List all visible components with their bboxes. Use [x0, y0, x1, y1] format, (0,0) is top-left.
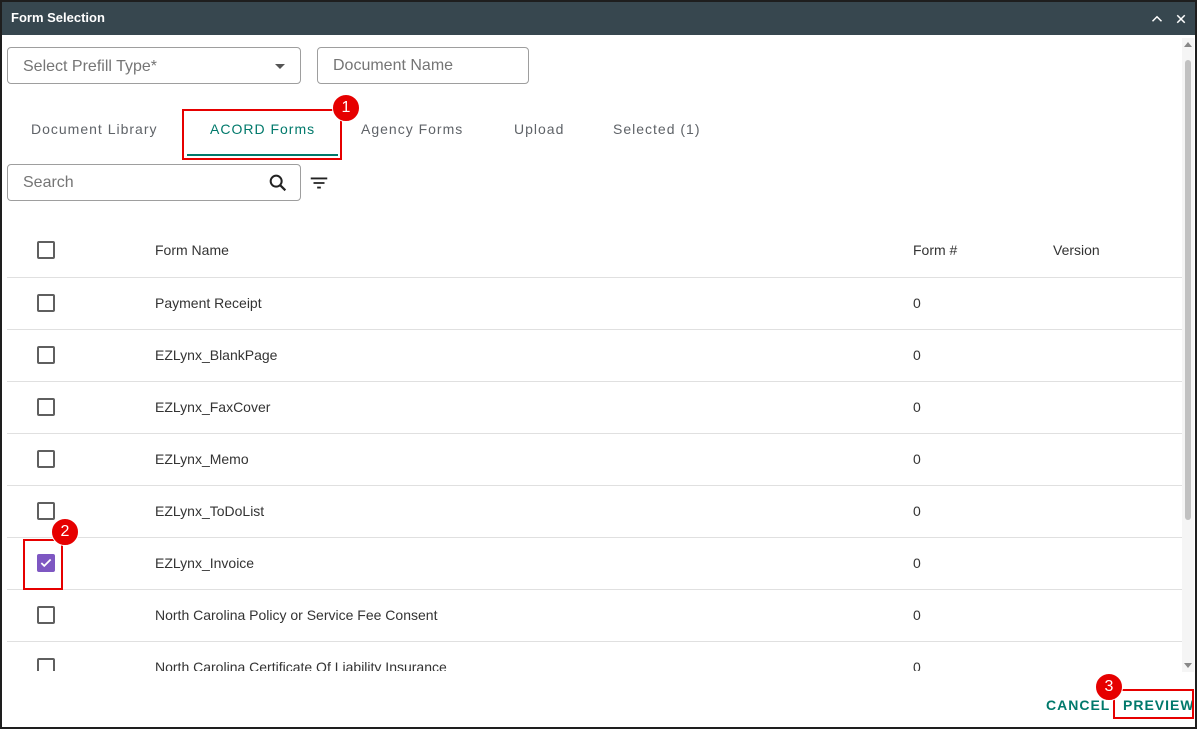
row-checkbox[interactable] — [37, 294, 55, 312]
table-row[interactable]: EZLynx_Memo 0 — [7, 434, 1182, 486]
table-row[interactable]: EZLynx_FaxCover 0 — [7, 382, 1182, 434]
search-input[interactable] — [23, 174, 253, 192]
prefill-type-select[interactable]: Select Prefill Type* — [7, 47, 301, 84]
table-row[interactable]: North Carolina Certificate Of Liability … — [7, 642, 1182, 671]
form-number: 0 — [913, 295, 921, 311]
annotation-badge: 2 — [51, 518, 79, 546]
document-name-input[interactable] — [317, 47, 529, 84]
row-checkbox[interactable] — [37, 450, 55, 468]
prefill-type-placeholder: Select Prefill Type* — [23, 58, 157, 75]
form-number: 0 — [913, 659, 921, 671]
cancel-button[interactable]: CANCEL — [1046, 697, 1110, 713]
annotation-badge: 3 — [1095, 673, 1123, 701]
form-name: North Carolina Certificate Of Liability … — [155, 659, 447, 671]
annotation-highlight-preview — [1113, 689, 1194, 719]
vertical-scrollbar[interactable] — [1182, 38, 1194, 672]
scroll-down-arrow-icon[interactable] — [1184, 663, 1192, 668]
form-number: 0 — [913, 503, 921, 519]
form-number: 0 — [913, 451, 921, 467]
form-name: EZLynx_Memo — [155, 451, 249, 467]
annotation-highlight-checkbox — [23, 539, 63, 590]
search-field[interactable] — [7, 164, 301, 201]
form-name: Payment Receipt — [155, 295, 262, 311]
form-name: EZLynx_BlankPage — [155, 347, 278, 363]
form-number: 0 — [913, 399, 921, 415]
annotation-highlight-acord-tab — [182, 109, 342, 160]
search-icon[interactable] — [267, 172, 289, 194]
scroll-up-arrow-icon[interactable] — [1184, 42, 1192, 47]
close-icon[interactable] — [1172, 10, 1190, 28]
row-checkbox[interactable] — [37, 606, 55, 624]
tab-agency-forms[interactable]: Agency Forms — [361, 121, 463, 137]
form-number: 0 — [913, 347, 921, 363]
row-checkbox[interactable] — [37, 502, 55, 520]
form-name: North Carolina Policy or Service Fee Con… — [155, 607, 438, 623]
chevron-up-icon[interactable] — [1148, 10, 1166, 28]
row-checkbox[interactable] — [37, 398, 55, 416]
filter-icon[interactable] — [308, 172, 330, 194]
form-name: EZLynx_FaxCover — [155, 399, 271, 415]
table-row[interactable]: North Carolina Policy or Service Fee Con… — [7, 590, 1182, 642]
table-row[interactable]: EZLynx_ToDoList 0 — [7, 486, 1182, 538]
table-row[interactable]: EZLynx_Invoice 0 — [7, 538, 1182, 590]
row-checkbox[interactable] — [37, 658, 55, 671]
tab-upload[interactable]: Upload — [514, 121, 564, 137]
form-name: EZLynx_Invoice — [155, 555, 255, 571]
dialog-title: Form Selection — [11, 10, 105, 25]
form-number: 0 — [913, 555, 921, 571]
table-row[interactable]: Payment Receipt 0 — [7, 278, 1182, 330]
table-body: Payment Receipt 0 EZLynx_BlankPage 0 EZL… — [2, 224, 1184, 671]
dropdown-caret-icon — [275, 64, 285, 69]
tab-document-library[interactable]: Document Library — [31, 121, 158, 137]
row-checkbox[interactable] — [37, 346, 55, 364]
form-selection-dialog: Form Selection Select Prefill Type* Docu… — [0, 0, 1197, 729]
title-bar: Form Selection — [2, 2, 1195, 35]
scroll-thumb[interactable] — [1185, 60, 1191, 520]
table-row[interactable]: EZLynx_BlankPage 0 — [7, 330, 1182, 382]
form-number: 0 — [913, 607, 921, 623]
form-name: EZLynx_ToDoList — [155, 503, 265, 519]
tab-selected[interactable]: Selected (1) — [613, 121, 700, 137]
annotation-badge: 1 — [332, 94, 360, 122]
